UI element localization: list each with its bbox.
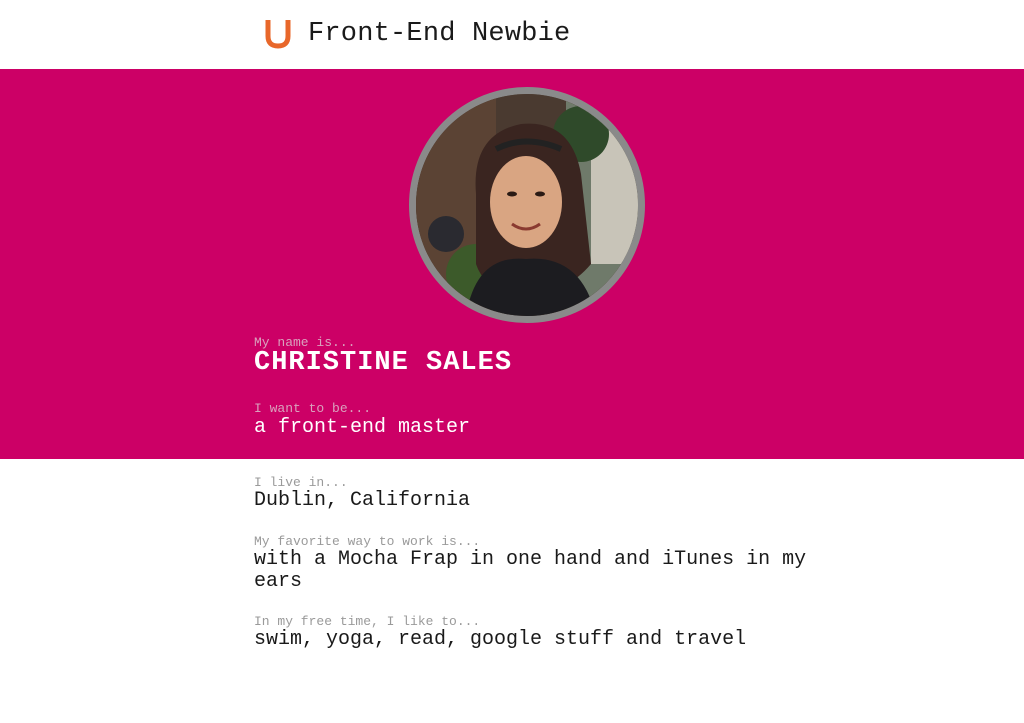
work-value-line2: ears [254, 570, 303, 593]
profile-photo [409, 87, 645, 323]
profile-hero: My name is... CHRISTINE SALES I want to … [0, 69, 1024, 459]
work-value-line1: with a Mocha Frap in one hand and iTunes… [254, 548, 807, 571]
name-value: CHRISTINE SALES [254, 348, 513, 378]
free-time-value: swim, yoga, read, google stuff and trave… [254, 628, 747, 651]
location-value: Dublin, California [254, 489, 471, 512]
goal-value: a front-end master [254, 416, 471, 439]
goal-label: I want to be... [254, 401, 372, 416]
about-section: I live in... Dublin, California My favor… [0, 459, 1024, 723]
site-title[interactable]: Front-End Newbie [308, 17, 570, 51]
site-header: Front-End Newbie [0, 0, 1024, 69]
u-logo-icon[interactable] [263, 16, 293, 50]
